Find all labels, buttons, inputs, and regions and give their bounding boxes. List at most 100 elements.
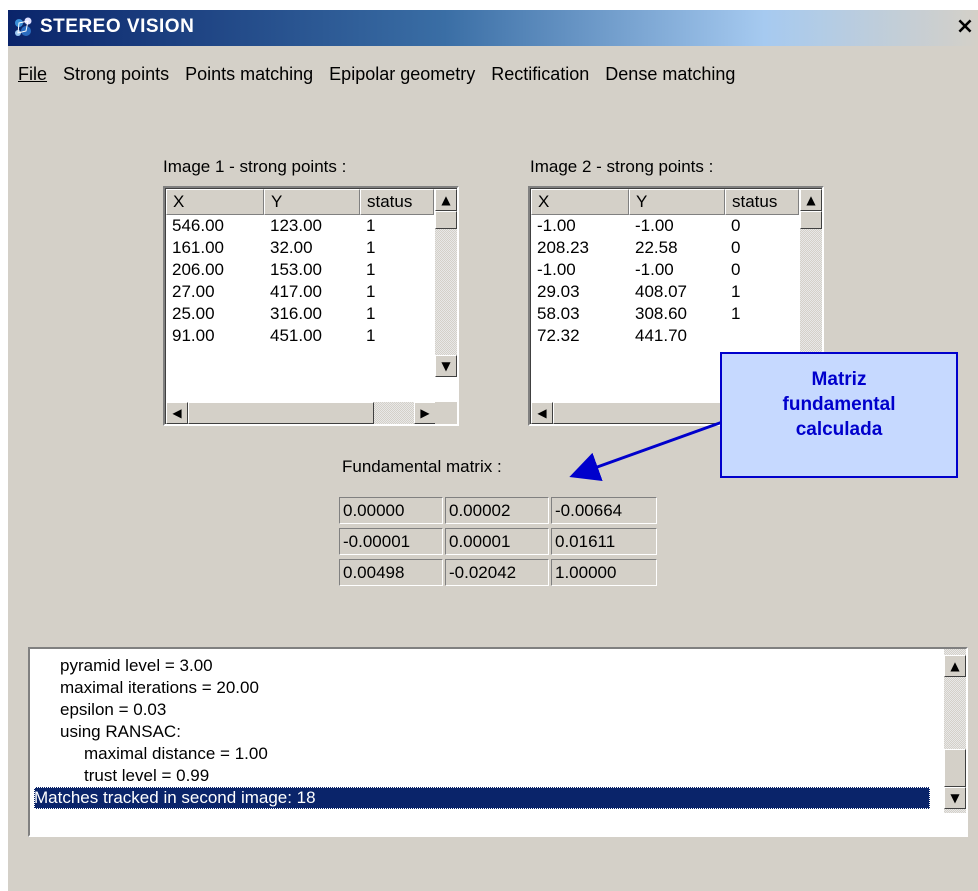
image2-cell [725, 325, 799, 347]
image1-cell: 206.00 [172, 260, 224, 279]
image1-col-y[interactable]: Y [264, 189, 360, 215]
scroll-left-icon[interactable]: ◀ [166, 402, 188, 424]
annotation-line: fundamental [782, 394, 896, 415]
image2-cell: -1.00 [537, 260, 576, 279]
image2-row[interactable]: 58.03 308.60 1 [531, 303, 799, 325]
image2-cell: 0 [731, 216, 741, 235]
image2-cell: 0 [731, 260, 741, 279]
image1-points-list[interactable]: X Y status 546.00 123.00 1 161.00 32.00 1 206.… [163, 186, 459, 426]
fm-cell: 0.01611 [551, 528, 657, 555]
image1-list-header: X Y status [166, 189, 434, 215]
fundamental-matrix-label: Fundamental matrix : [342, 457, 502, 476]
image1-cell: 123.00 [270, 216, 322, 235]
image1-row[interactable]: 161.00 32.00 1 [166, 237, 434, 259]
annotation-text: Matriz fundamental calculada [722, 367, 956, 442]
image2-vscroll-thumb[interactable] [800, 211, 822, 229]
image2-cell: -1.00 [635, 260, 674, 279]
image1-hscroll-thumb[interactable] [188, 402, 374, 424]
image1-cell: 1 [366, 260, 376, 279]
image1-col-status[interactable]: status [360, 189, 434, 215]
fm-cell: 1.00000 [551, 559, 657, 586]
image1-rows: 546.00 123.00 1 161.00 32.00 1 206.00 153.00 1 27… [166, 215, 434, 347]
fm-cell: -0.00001 [339, 528, 443, 555]
image1-row[interactable]: 25.00 316.00 1 [166, 303, 434, 325]
image2-cell: 408.07 [635, 282, 687, 301]
image1-cell: 91.00 [172, 326, 215, 345]
image2-cell: -1.00 [635, 216, 674, 235]
close-button[interactable]: × [954, 16, 976, 38]
scroll-up-icon[interactable]: ▲ [435, 189, 457, 211]
image1-row[interactable]: 546.00 123.00 1 [166, 215, 434, 237]
image2-cell: 441.70 [635, 326, 687, 345]
menu-points-matching[interactable]: Points matching [177, 60, 321, 88]
image2-cell: -1.00 [537, 216, 576, 235]
menu-file[interactable]: File [8, 60, 55, 88]
log-line[interactable]: maximal distance = 1.00 [84, 743, 268, 765]
image1-vscroll-thumb[interactable] [435, 211, 457, 229]
log-line[interactable]: maximal iterations = 20.00 [60, 677, 259, 699]
image1-hscrollbar[interactable]: ◀ ▶ [166, 402, 436, 424]
log-vscrollbar[interactable]: ▲ ▼ [944, 649, 966, 813]
image2-vscrollbar[interactable]: ▲ ▼ [800, 189, 822, 377]
image1-title: Image 1 - strong points : [163, 157, 347, 176]
image2-col-status[interactable]: status [725, 189, 799, 215]
image1-cell: 32.00 [270, 238, 313, 257]
image1-cell: 153.00 [270, 260, 322, 279]
log-vscroll-thumb[interactable] [944, 749, 966, 787]
image1-cell: 161.00 [172, 238, 224, 257]
image2-row[interactable]: 29.03 408.07 1 [531, 281, 799, 303]
image1-row[interactable]: 91.00 451.00 1 [166, 325, 434, 347]
image2-row[interactable]: 72.32 441.70 [531, 325, 799, 347]
menu-rectification[interactable]: Rectification [483, 60, 597, 88]
scroll-up-icon[interactable]: ▲ [944, 655, 966, 677]
image1-cell: 451.00 [270, 326, 322, 345]
log-line[interactable]: using RANSAC: [60, 721, 181, 743]
scroll-down-icon[interactable]: ▼ [435, 355, 457, 377]
image2-col-y[interactable]: Y [629, 189, 725, 215]
fm-cell: 0.00498 [339, 559, 443, 586]
annotation-line: calculada [795, 419, 883, 440]
log-line[interactable]: pyramid level = 3.00 [60, 655, 213, 677]
image2-cell: 22.58 [635, 238, 678, 257]
annotation-box: Matriz fundamental calculada [720, 352, 958, 478]
image1-col-x[interactable]: X [166, 189, 264, 215]
image1-row[interactable]: 206.00 153.00 1 [166, 259, 434, 281]
image2-hscroll-thumb[interactable] [553, 402, 739, 424]
image1-scroll-corner [435, 402, 457, 424]
image2-list-header: X Y status [531, 189, 799, 215]
image1-cell: 1 [366, 304, 376, 323]
image2-cell: 1 [731, 282, 741, 301]
scroll-down-icon[interactable]: ▼ [944, 787, 966, 809]
log-line-selected[interactable]: Matches tracked in second image: 18 [34, 787, 930, 809]
fm-cell: 0.00002 [445, 497, 549, 524]
title-bar[interactable]: STEREO VISION × [8, 10, 978, 46]
image1-cell: 1 [366, 282, 376, 301]
image2-row[interactable]: 208.23 22.58 0 [531, 237, 799, 259]
menu-strong-points[interactable]: Strong points [55, 60, 177, 88]
image2-cell: 29.03 [537, 282, 580, 301]
log-listbox[interactable]: pyramid level = 3.00 maximal iterations … [28, 647, 968, 837]
fm-cell: -0.02042 [445, 559, 549, 586]
fm-cell: 0.00000 [339, 497, 443, 524]
log-line[interactable]: trust level = 0.99 [84, 765, 209, 787]
image2-cell: 1 [731, 304, 741, 323]
scroll-up-icon[interactable]: ▲ [800, 189, 822, 211]
image2-cell: 58.03 [537, 304, 580, 323]
menu-bar: File Strong points Points matching Epipo… [8, 60, 743, 88]
menu-dense-matching[interactable]: Dense matching [597, 60, 743, 88]
menu-epipolar-geometry[interactable]: Epipolar geometry [321, 60, 483, 88]
fm-cell: -0.00664 [551, 497, 657, 524]
image1-row[interactable]: 27.00 417.00 1 [166, 281, 434, 303]
image2-col-x[interactable]: X [531, 189, 629, 215]
scroll-left-icon[interactable]: ◀ [531, 402, 553, 424]
scroll-right-icon[interactable]: ▶ [414, 402, 436, 424]
image1-vscrollbar[interactable]: ▲ ▼ [435, 189, 457, 377]
image2-row[interactable]: -1.00 -1.00 0 [531, 215, 799, 237]
annotation-line: Matriz [811, 369, 867, 390]
image2-cell: 208.23 [537, 238, 589, 257]
image2-row[interactable]: -1.00 -1.00 0 [531, 259, 799, 281]
image2-cell: 308.60 [635, 304, 687, 323]
image2-title: Image 2 - strong points : [530, 157, 714, 176]
app-icon [15, 17, 32, 36]
log-line[interactable]: epsilon = 0.03 [60, 699, 166, 721]
